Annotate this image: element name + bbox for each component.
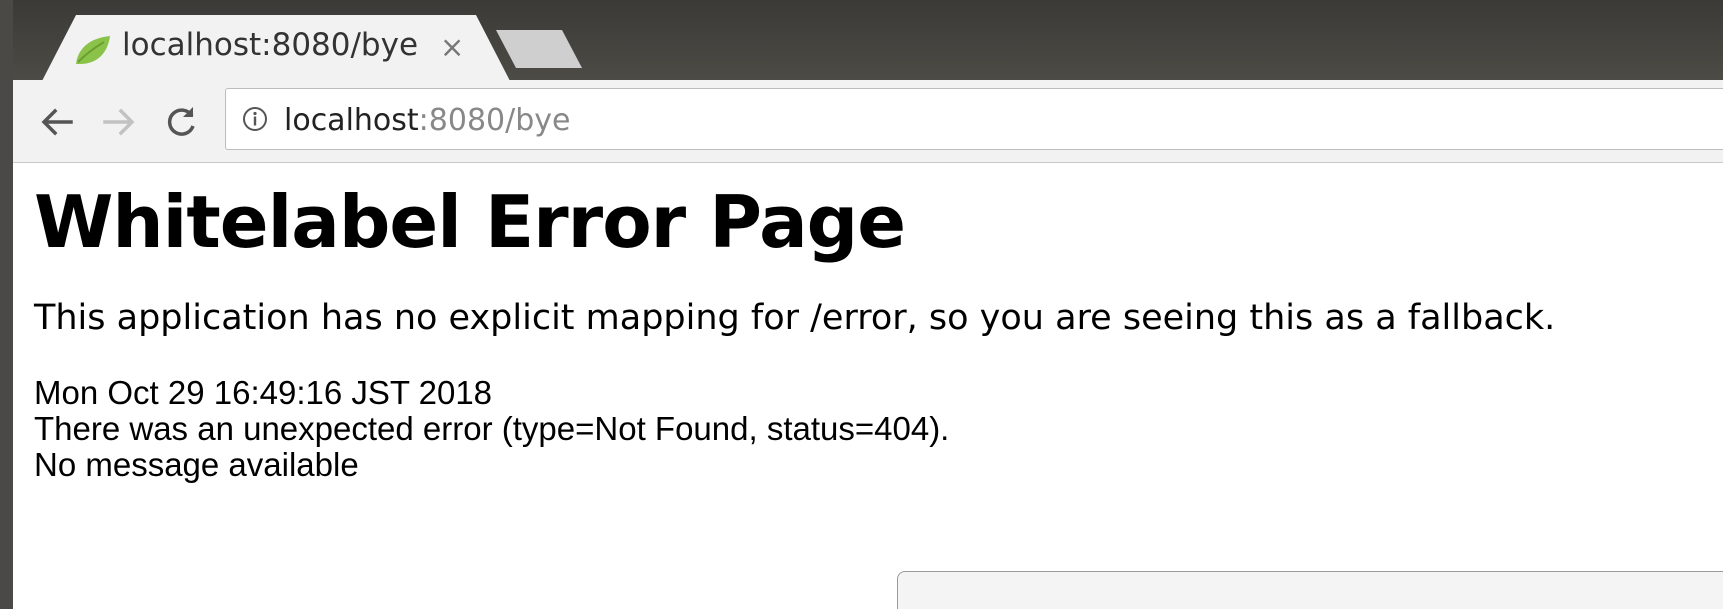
window-frame-left <box>0 0 13 609</box>
error-explanation: This application has no explicit mapping… <box>34 298 1556 338</box>
arrow-right-icon <box>103 108 135 136</box>
status-bubble <box>897 571 1723 609</box>
back-button[interactable] <box>35 100 79 144</box>
reload-button[interactable] <box>159 100 203 144</box>
error-status: There was an unexpected error (type=Not … <box>34 410 950 447</box>
active-tab[interactable]: localhost:8080/bye × <box>42 15 510 81</box>
page-title: Whitelabel Error Page <box>34 180 906 264</box>
address-bar[interactable]: localhost:8080/bye <box>225 88 1723 150</box>
tab-title: localhost:8080/bye <box>122 27 419 63</box>
url-text[interactable]: localhost:8080/bye <box>284 103 571 138</box>
url-host: localhost <box>284 103 419 138</box>
spring-leaf-icon <box>76 36 110 64</box>
error-timestamp: Mon Oct 29 16:49:16 JST 2018 <box>34 374 493 411</box>
info-icon[interactable] <box>242 106 268 132</box>
error-message: No message available <box>34 446 359 483</box>
new-tab-button[interactable] <box>496 30 582 68</box>
forward-button[interactable] <box>97 100 141 144</box>
browser-toolbar: localhost:8080/bye <box>13 80 1723 163</box>
arrow-left-icon <box>41 108 73 136</box>
tab-close-icon[interactable]: × <box>440 27 464 67</box>
url-path: :8080/bye <box>418 103 571 138</box>
browser-window: localhost:8080/bye × localhost:8080/bye … <box>0 0 1723 609</box>
reload-icon <box>167 107 195 136</box>
tab-strip: localhost:8080/bye × <box>0 0 1723 81</box>
